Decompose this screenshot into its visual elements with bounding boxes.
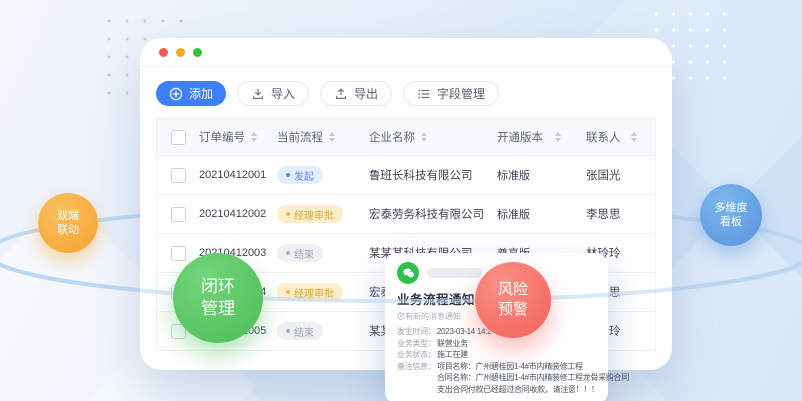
- flow-status-cell: 经理审批: [269, 205, 359, 223]
- version-cell: 标准版: [489, 167, 576, 183]
- table-row[interactable]: 20210412002 经理审批 宏泰劳务科技有限公司 标准版 李思思: [157, 195, 655, 234]
- status-badge: 结束: [277, 244, 323, 262]
- badge-label: 双端: [57, 209, 79, 223]
- sort-icon[interactable]: [251, 132, 257, 142]
- row-checkbox[interactable]: [171, 168, 186, 183]
- badge-label: 管理: [201, 298, 235, 320]
- field-value: 合同名称：广州碧桂园1-4#市内精装修工程龙骨采购合同: [437, 372, 596, 384]
- field-value: 施工在建: [437, 349, 468, 361]
- contact-cell: 李思思: [576, 206, 655, 222]
- status-badge: 发起: [277, 166, 323, 184]
- sort-icon[interactable]: [631, 132, 637, 142]
- add-button[interactable]: 添加: [156, 81, 226, 106]
- feature-badge-dashboard: 多维度 看板: [700, 184, 762, 246]
- maximize-window-icon[interactable]: [193, 48, 202, 57]
- field-value: 项目名称：广州碧桂园1-4#市内精装修工程: [437, 361, 583, 373]
- column-header-label: 联系人: [586, 129, 621, 145]
- badge-label: 风险: [498, 280, 528, 300]
- badge-label: 多维度: [715, 201, 748, 215]
- list-settings-icon: [417, 87, 431, 101]
- toolbar: 添加 导入 导出 字段管理: [140, 67, 672, 118]
- row-checkbox[interactable]: [171, 246, 186, 261]
- export-icon: [334, 87, 348, 101]
- column-header-flow: 当前流程: [269, 129, 359, 145]
- sort-icon[interactable]: [421, 132, 427, 142]
- order-number-cell: 20210412002: [191, 208, 269, 220]
- field-management-button-label: 字段管理: [437, 85, 485, 102]
- import-icon: [251, 87, 265, 101]
- row-checkbox[interactable]: [171, 207, 186, 222]
- column-header-contact: 联系人: [576, 129, 655, 145]
- notification-body: 发生时间：2023-03-14 14:2 业务类型：联营业务 业务状态：施工在建…: [397, 326, 596, 395]
- badge-label: 预警: [498, 300, 528, 320]
- flow-status-cell: 结束: [269, 244, 359, 262]
- wechat-icon: [397, 262, 419, 284]
- field-value: 支出合同付款已经超过合同收款，请注意！！！: [437, 384, 596, 396]
- sort-icon[interactable]: [555, 132, 561, 142]
- checkbox-cell: [157, 168, 191, 183]
- column-header-label: 订单编号: [199, 129, 245, 145]
- version-cell: 标准版: [489, 206, 576, 222]
- field-label: 业务状态：: [397, 349, 437, 361]
- column-header-label: 开通版本: [497, 129, 543, 145]
- import-button-label: 导入: [271, 85, 295, 102]
- feature-badge-risk-alert: 风险 预警: [475, 262, 551, 338]
- checkbox-cell: [157, 246, 191, 261]
- select-all-checkbox[interactable]: [171, 130, 186, 145]
- status-dot-icon: [286, 251, 290, 255]
- sort-icon[interactable]: [329, 132, 335, 142]
- import-button[interactable]: 导入: [237, 81, 309, 106]
- field-management-button[interactable]: 字段管理: [403, 81, 499, 106]
- table-header-row: 订单编号 当前流程 企业名称 开通版本 联系人: [157, 119, 655, 156]
- status-badge: 经理审批: [277, 283, 343, 301]
- window-titlebar: [140, 38, 672, 67]
- company-cell: 宏泰劳务科技有限公司: [359, 206, 489, 222]
- illustration-canvas: 添加 导入 导出 字段管理: [0, 0, 802, 401]
- status-badge: 结束: [277, 322, 323, 340]
- minimize-window-icon[interactable]: [176, 48, 185, 57]
- status-badge: 经理审批: [277, 205, 343, 223]
- badge-label: 闭环: [201, 276, 235, 298]
- badge-label: 看板: [720, 215, 742, 229]
- field-label: 业务类型：: [397, 338, 437, 350]
- sender-name-placeholder: [427, 268, 482, 278]
- column-header-company: 企业名称: [359, 129, 489, 145]
- flow-status-cell: 发起: [269, 166, 359, 184]
- badge-label: 联动: [57, 223, 79, 237]
- add-button-label: 添加: [189, 85, 213, 102]
- plus-circle-icon: [169, 87, 183, 101]
- table-row[interactable]: 20210412001 发起 鲁班长科技有限公司 标准版 张国光: [157, 156, 655, 195]
- column-header-label: 当前流程: [277, 129, 323, 145]
- column-header-order: 订单编号: [191, 129, 269, 145]
- close-window-icon[interactable]: [159, 48, 168, 57]
- field-value: 2023-03-14 14:2: [437, 326, 491, 338]
- select-all-cell: [157, 130, 191, 145]
- column-header-label: 企业名称: [369, 129, 415, 145]
- status-dot-icon: [286, 173, 290, 177]
- field-label: 发生时间：: [397, 326, 437, 338]
- flow-status-cell: 经理审批: [269, 283, 359, 301]
- export-button-label: 导出: [354, 85, 378, 102]
- order-number-cell: 20210412001: [191, 169, 269, 181]
- contact-cell: 张国光: [576, 167, 655, 183]
- checkbox-cell: [157, 207, 191, 222]
- column-header-version: 开通版本: [489, 129, 576, 145]
- status-dot-icon: [286, 212, 290, 216]
- field-label: 备注信息：: [397, 361, 437, 373]
- field-value: 联营业务: [437, 338, 468, 350]
- status-dot-icon: [286, 329, 290, 333]
- feature-badge-dual-link: 双端 联动: [38, 193, 98, 253]
- feature-badge-closed-loop: 闭环 管理: [173, 253, 263, 343]
- status-dot-icon: [286, 290, 290, 294]
- export-button[interactable]: 导出: [320, 81, 392, 106]
- flow-status-cell: 结束: [269, 322, 359, 340]
- company-cell: 鲁班长科技有限公司: [359, 167, 489, 183]
